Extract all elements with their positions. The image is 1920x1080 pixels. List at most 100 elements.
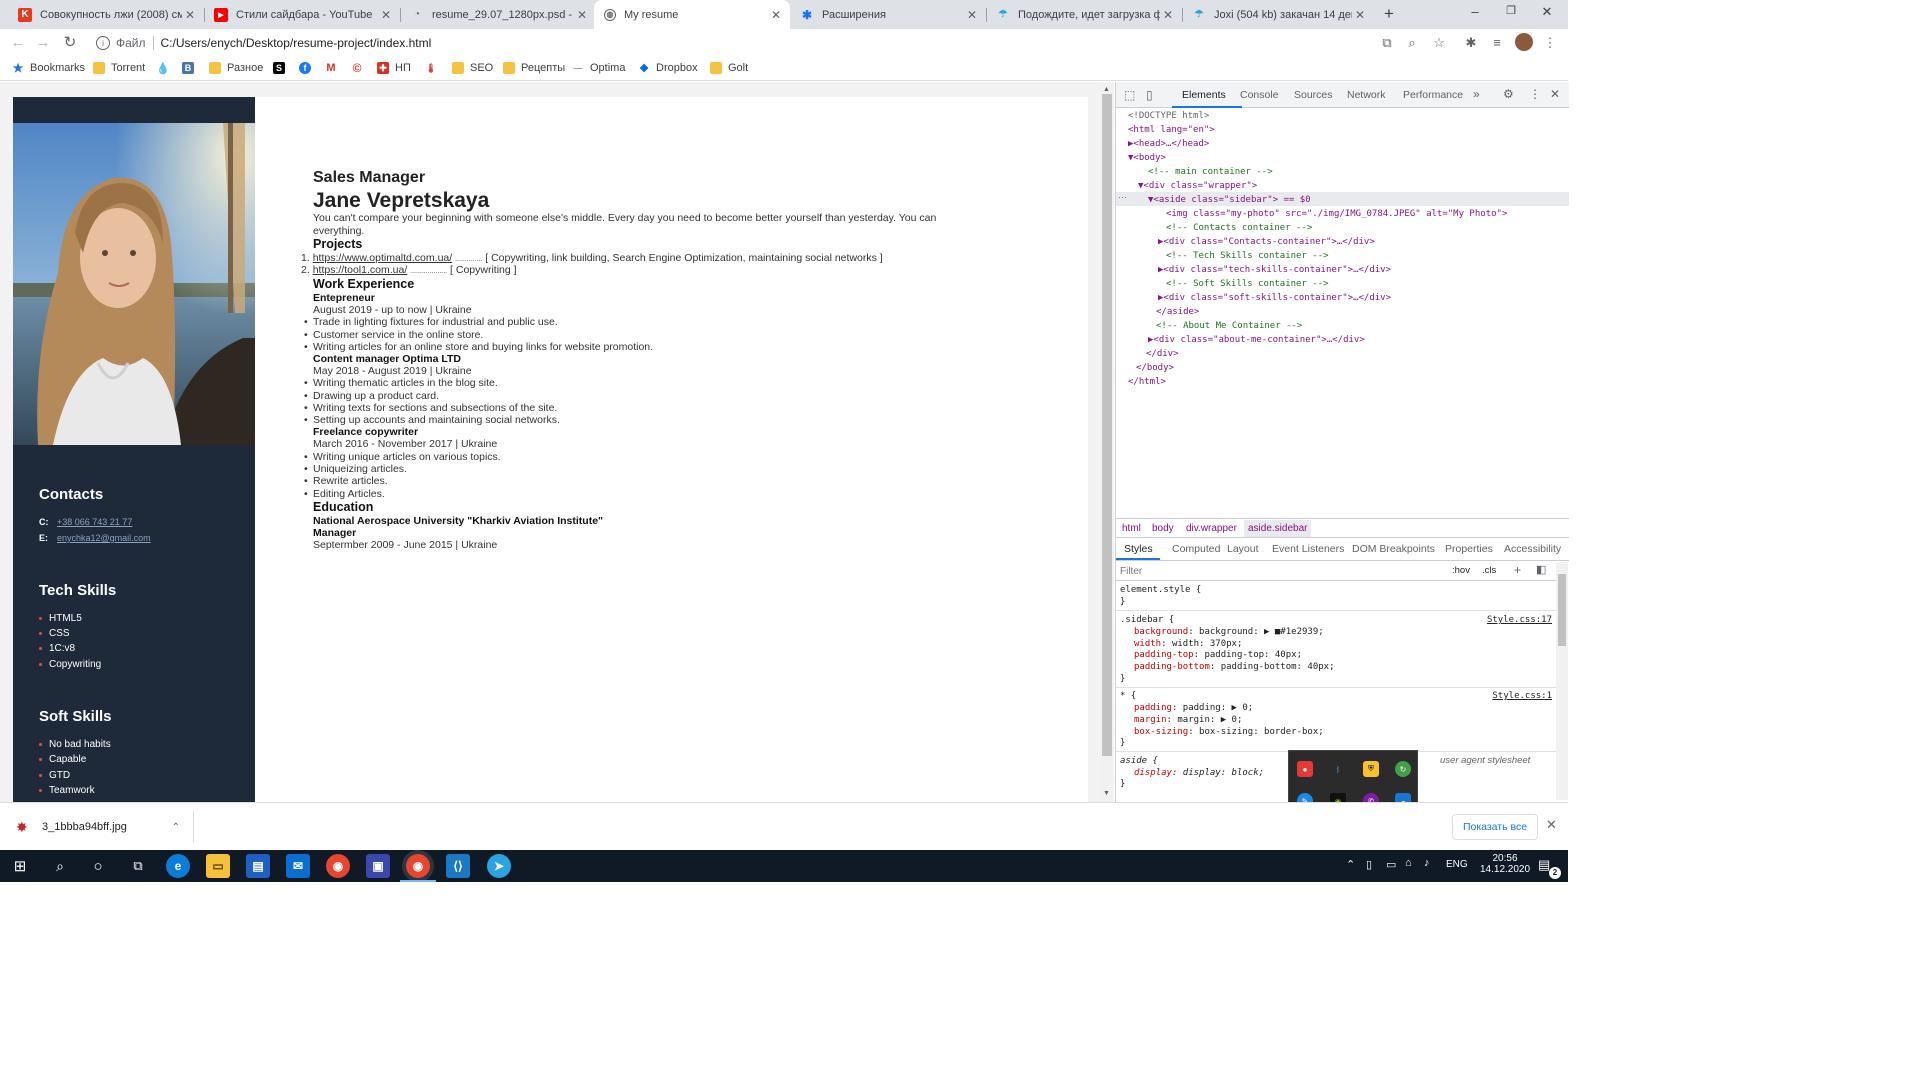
tab-layout[interactable]: Layout [1227,543,1259,555]
tab-computed[interactable]: Computed [1172,543,1220,555]
mail-icon[interactable]: ✉ [286,854,310,878]
bookmark-seo[interactable]: SEO [452,62,493,74]
sync-icon[interactable]: ↻ [1395,761,1411,777]
bookmark-copyright[interactable]: © [351,61,369,75]
project-link[interactable]: https://tool1.com.ua/ [313,264,408,276]
star-rule-selector[interactable]: * { [1120,691,1136,701]
project-link[interactable]: https://www.optimaltd.com.ua/ [313,252,452,264]
shield-icon[interactable]: ⛨ [1363,761,1379,777]
avatar[interactable] [1515,33,1533,51]
tab-youtube[interactable]: ▶ Стили сайдбара - YouTube ✕ [204,0,400,29]
vscode-icon[interactable]: ⟨⟩ [446,854,470,878]
dom-line[interactable]: ▶<div class="about-me-container">…</div> [1148,335,1365,345]
bookmark-bookmarks[interactable]: ★ Bookmarks [12,61,85,75]
back-button[interactable]: ← [8,33,28,53]
close-icon[interactable]: ✕ [964,8,980,22]
device-icon[interactable]: ▯ [1146,88,1153,102]
star-icon[interactable]: ☆ [1430,34,1448,52]
task-view-icon[interactable]: ⧉ [126,854,150,878]
tab-joxi-loading[interactable]: ☂ Подождите, идет загрузка файл ✕ [986,0,1182,29]
sidebar-rule-selector[interactable]: .sidebar { [1120,615,1174,625]
dom-line[interactable]: <img class="my-photo" src="./img/IMG_078… [1166,209,1507,219]
dom-line[interactable]: ▶<div class="Contacts-container">…</div> [1158,237,1375,247]
dom-comment[interactable]: <!-- main container --> [1148,167,1273,177]
zoom-icon[interactable]: ⌕ [1403,34,1421,52]
dom-line[interactable]: ▶<div class="soft-skills-container">…</d… [1158,293,1391,303]
tab-properties[interactable]: Properties [1445,543,1493,555]
download-item[interactable]: ✸ 3_1bbba94bff.jpg ⌃ [8,811,192,843]
close-icon[interactable]: ✕ [1160,8,1176,22]
close-icon[interactable]: ✕ [1546,817,1557,833]
close-icon[interactable]: ✕ [768,8,784,22]
edge-icon[interactable]: e [166,854,190,878]
bookmark-recepty[interactable]: Рецепты [503,62,565,74]
forward-button[interactable]: → [33,33,53,53]
element-style-rule[interactable]: element.style { [1120,585,1201,595]
show-all-button[interactable]: Показать все [1452,814,1538,840]
chrome-active-icon[interactable]: ◉ [406,854,430,878]
gear-icon[interactable]: ⚙ [1503,87,1514,101]
volume-icon[interactable]: ♪ [1424,857,1430,869]
tab-accessibility[interactable]: Accessibility [1504,543,1561,555]
tab-extensions[interactable]: ✱ Расширения ✕ [790,0,986,29]
crumb-selected[interactable]: aside.sidebar [1244,520,1312,537]
url-text[interactable]: C:/Users/enych/Desktop/resume-project/in… [161,36,432,50]
chrome-icon[interactable]: ◉ [326,854,350,878]
explorer-icon[interactable]: ▭ [206,854,230,878]
css-prop[interactable]: padding: padding: ▶ 0; [1134,703,1253,713]
dom-line[interactable]: </body> [1136,363,1174,373]
bookmark-optima[interactable]: — Optima [572,62,626,74]
cortana-icon[interactable]: ○ [86,854,110,878]
dom-comment[interactable]: <!-- Tech Skills container --> [1166,251,1329,261]
bookmark-s[interactable]: S [273,62,291,74]
new-tab-button[interactable]: + [1384,4,1394,24]
menu-icon[interactable]: ⋮ [1541,34,1559,52]
save-app-icon[interactable]: ▣ [366,854,390,878]
bookmark-thermo[interactable]: 🌡 [425,62,443,74]
search-icon[interactable]: ⌕ [48,854,72,878]
css-prop[interactable]: background: background: ▶ ■#1e2939; [1134,627,1324,637]
reading-list-icon[interactable]: ≡ [1488,34,1506,52]
dom-line[interactable]: ▶<div class="tech-skills-container">…</d… [1158,265,1391,275]
bookmark-gmail[interactable]: M [325,62,343,74]
styles-scrollbar[interactable] [1556,562,1568,800]
crumb[interactable]: div.wrapper [1186,523,1237,534]
tab-network[interactable]: Network [1347,89,1386,101]
tab-console[interactable]: Console [1240,89,1279,101]
style-source-link[interactable]: Style.css:17 [1487,615,1552,625]
extensions-icon[interactable]: ✱ [1462,34,1480,52]
css-prop[interactable]: margin: margin: ▶ 0; [1134,715,1242,725]
close-icon[interactable]: ✕ [378,8,394,22]
dom-line[interactable]: <!DOCTYPE html> [1128,111,1209,121]
css-prop[interactable]: display: display: block; [1134,768,1264,778]
bookmark-raznoe[interactable]: Разное [209,62,263,74]
dom-comment[interactable]: <!-- About Me Container --> [1156,321,1302,331]
dom-comment[interactable]: <!-- Contacts container --> [1166,223,1312,233]
device-icon[interactable]: ▯ [1366,858,1372,871]
dom-line[interactable]: </aside> [1156,307,1199,317]
tab-event-listeners[interactable]: Event Listeners [1272,543,1344,555]
telegram-icon[interactable]: ➤ [487,854,511,878]
chevron-up-icon[interactable]: ⌃ [172,822,180,833]
tab-my-resume[interactable]: ◍ My resume ✕ [594,0,790,29]
dom-line-selected[interactable]: ▼<aside class="sidebar"> == $0 [1148,195,1311,205]
sidebar-toggle-icon[interactable]: ◧ [1536,563,1546,576]
dom-line[interactable]: ▶<head>…</head> [1128,139,1209,149]
address-bar[interactable]: i Файл C:/Users/enych/Desktop/resume-pro… [88,31,1368,55]
tab-joxi-uploaded[interactable]: ☂ Joxi (504 kb) закачан 14 декабр ✕ [1182,0,1374,29]
bookmark-np[interactable]: ✚ НП [377,62,411,74]
language-indicator[interactable]: ENG [1446,859,1468,870]
dom-line[interactable]: ▼<div class="wrapper"> [1138,181,1257,191]
tab-dom-breakpoints[interactable]: DOM Breakpoints [1352,543,1435,555]
css-prop[interactable]: padding-bottom: padding-bottom: 40px; [1134,662,1335,672]
battery-icon[interactable]: ▭ [1386,858,1396,871]
close-window-button[interactable]: ✕ [1524,4,1570,20]
translate-icon[interactable]: ⧉ [1378,34,1396,52]
more-tabs-icon[interactable]: » [1473,87,1480,101]
css-prop[interactable]: width: width: 370px; [1134,639,1242,649]
cls-toggle[interactable]: .cls [1482,565,1496,576]
tab-styles[interactable]: Styles [1124,543,1153,555]
css-prop[interactable]: padding-top: padding-top: 40px; [1134,650,1302,660]
close-icon[interactable]: ✕ [1352,8,1368,22]
bookmark-torrent[interactable]: Torrent [93,62,145,74]
